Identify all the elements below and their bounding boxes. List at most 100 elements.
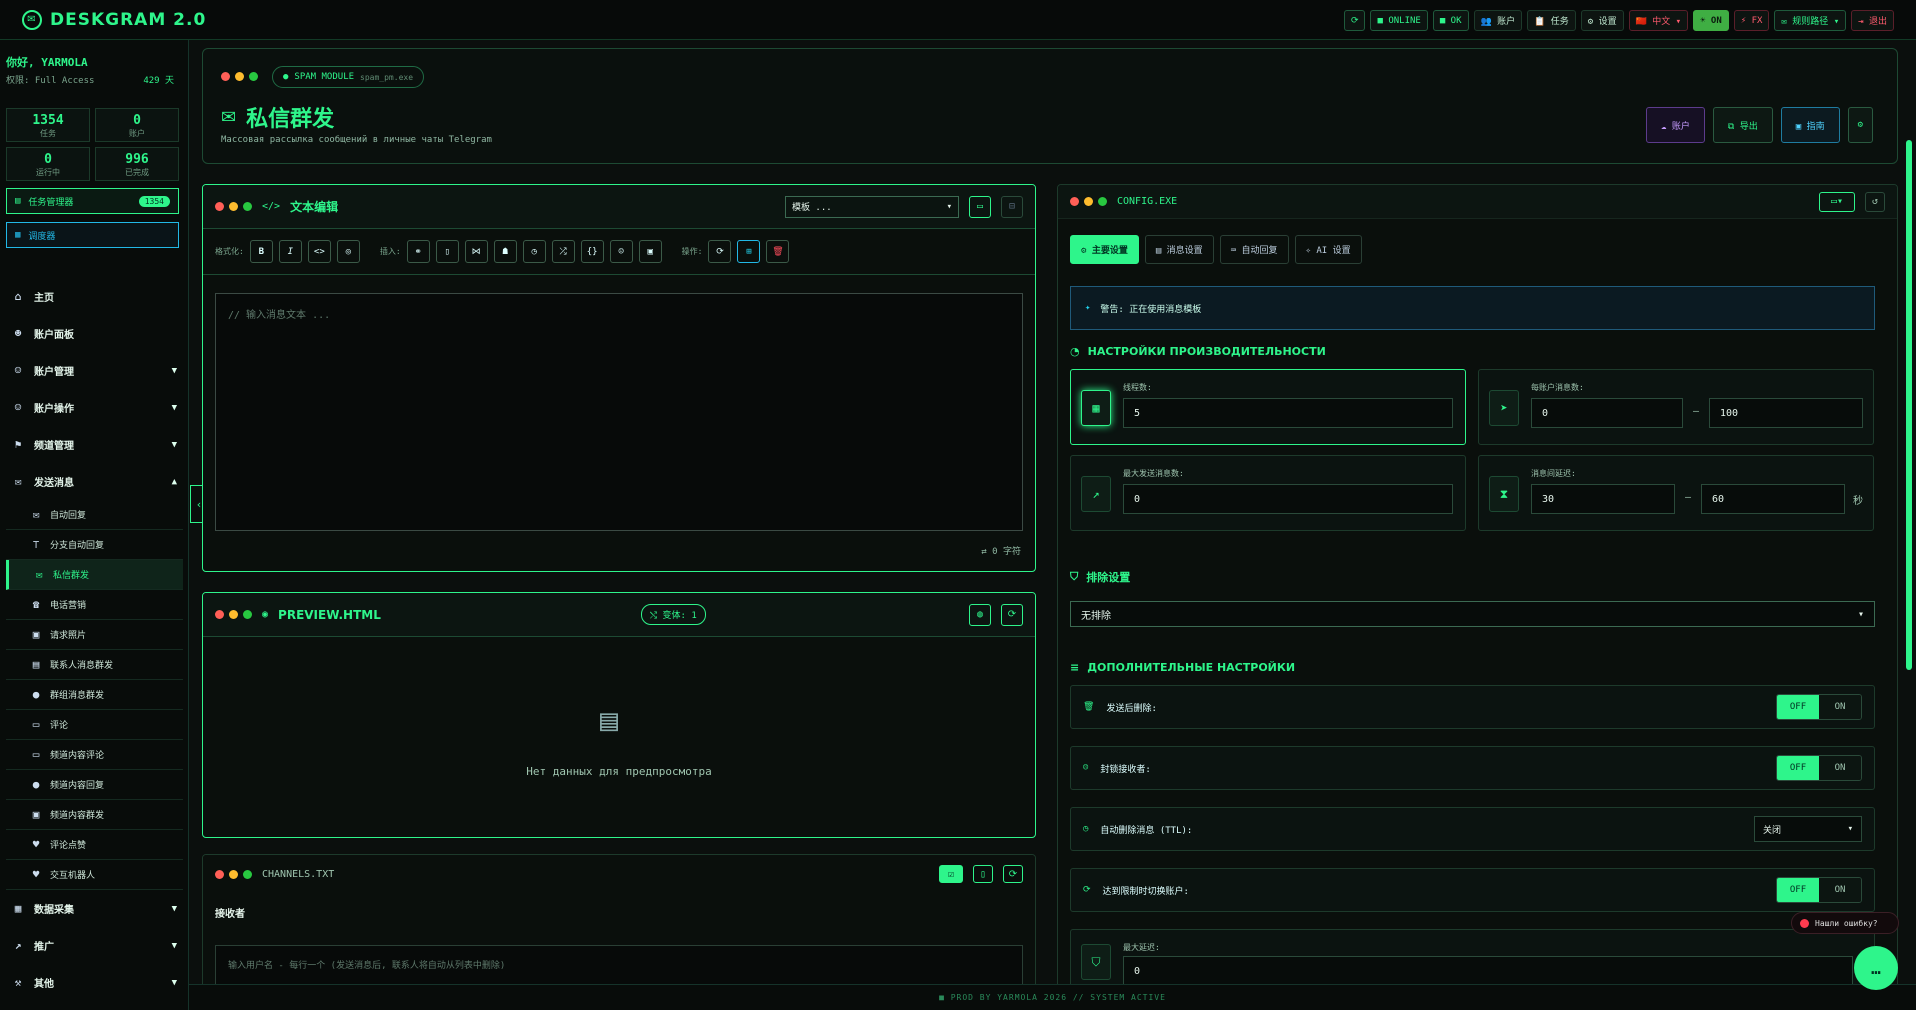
logout-button[interactable]: ⇥ 退出	[1851, 10, 1894, 31]
delay-min-input[interactable]: 30	[1531, 484, 1675, 514]
stat-label: 运行中	[36, 168, 60, 177]
sidebar-item-contacts-spam[interactable]: ▤ 联系人消息群发	[6, 650, 183, 680]
sidebar-item-group-spam[interactable]: ● 群组消息群发	[6, 680, 183, 710]
threads-input[interactable]: 5	[1123, 398, 1453, 428]
refresh-button[interactable]: ⟳	[1343, 10, 1366, 31]
sidebar-item-pm-spam[interactable]: ✉ 私信群发	[6, 560, 183, 590]
random-button[interactable]: ⤮	[551, 240, 575, 263]
file-button[interactable]: ▯	[435, 240, 459, 263]
sub-label: 分支自动回复	[50, 541, 105, 551]
tasks-button[interactable]: 📋 任务	[1527, 10, 1576, 31]
chat-fab-button[interactable]: …	[1854, 946, 1898, 990]
per-account-min-input[interactable]: 0	[1531, 398, 1683, 428]
scrollbar[interactable]	[1906, 140, 1912, 670]
report-bug-button[interactable]: Нашли ошибку?	[1791, 912, 1899, 934]
toggle-off[interactable]: OFF	[1777, 756, 1819, 780]
emoji-button[interactable]: ☺	[609, 240, 633, 263]
nav-send-messages[interactable]: ✉ 发送消息 ▲	[0, 463, 189, 500]
sidebar-item-branch-autoreply[interactable]: ⊤ 分支自动回复	[6, 530, 183, 560]
language-select[interactable]: 🇨🇳 中文 ▾	[1628, 10, 1689, 31]
template-select[interactable]: 模板 ... ▾	[785, 195, 959, 218]
message-placeholder: // 输入消息文本 ...	[228, 310, 331, 321]
sidebar-item-channel-comments[interactable]: ▭ 频道内容评论	[6, 740, 183, 770]
select-all-button[interactable]: ☑	[939, 865, 963, 883]
refresh-channels-button[interactable]: ⟳	[1003, 865, 1023, 883]
sidebar-item-comments[interactable]: ▭ 评论	[6, 710, 183, 740]
reset-config-button[interactable]: ↺	[1865, 191, 1885, 212]
save-template-button[interactable]: ▭	[969, 195, 991, 218]
refresh-preview-button[interactable]: ⟳	[1001, 603, 1023, 626]
insert-block-button[interactable]: ⊞	[737, 240, 761, 263]
toggle-off[interactable]: OFF	[1777, 695, 1819, 719]
block-recipients-toggle[interactable]: OFF ON	[1776, 755, 1862, 781]
stat-card: 996 已完成	[95, 147, 179, 181]
nav-account-manage[interactable]: ☺ 账户管理 ▼	[0, 352, 189, 389]
ttl-select[interactable]: 关闭 ▾	[1754, 816, 1862, 842]
message-textarea[interactable]: // 输入消息文本 ...	[215, 293, 1023, 531]
recipients-textarea[interactable]: 输入用户名 - 每行一个 (发送消息后, 联系人将自动从列表中删除)	[215, 945, 1023, 987]
per-account-max-input[interactable]: 100	[1709, 398, 1863, 428]
tab-main[interactable]: ⚙ 主要设置	[1070, 235, 1139, 264]
time-button[interactable]: ◷	[522, 240, 546, 263]
share-button[interactable]: ⋈	[464, 240, 488, 263]
nav-promo[interactable]: ↗ 推广 ▼	[0, 927, 189, 964]
max-delay-input[interactable]: 0	[1123, 956, 1853, 986]
tab-ai[interactable]: ✧ AI 设置	[1294, 235, 1362, 264]
settings-button[interactable]: ⚙ 设置	[1580, 10, 1624, 31]
switch-account-toggle[interactable]: OFF ON	[1776, 877, 1862, 903]
config-save-dropdown[interactable]: ▭▾	[1819, 191, 1855, 212]
exclude-select[interactable]: 无排除 ▾	[1070, 601, 1875, 627]
bold-button[interactable]: B	[249, 240, 273, 263]
delay-max-input[interactable]: 60	[1701, 484, 1845, 514]
bot-button[interactable]: ☗	[493, 240, 517, 263]
code-button[interactable]: <>	[307, 240, 331, 263]
max-messages-input[interactable]: 0	[1123, 484, 1453, 514]
nav-accounts-panel[interactable]: ☻ 账户面板	[0, 315, 189, 352]
sidebar-item-likes[interactable]: ♥ 评论点赞	[6, 830, 183, 860]
refresh-button[interactable]: ⟳	[708, 240, 732, 263]
tab-autoreply[interactable]: ⌨ 自动回复	[1219, 235, 1289, 264]
image-button[interactable]: ▣	[638, 240, 662, 263]
accounts-button[interactable]: ☁ 账户	[1646, 107, 1705, 143]
theme-toggle[interactable]: ☀ ON	[1693, 10, 1729, 31]
route-select[interactable]: ✉ 规则路径 ▾	[1774, 10, 1847, 31]
sidebar-item-autoreply[interactable]: ✉ 自动回复	[6, 500, 183, 530]
nav-other[interactable]: ⚒ 其他 ▼	[0, 964, 189, 1001]
toggle-on[interactable]: ON	[1819, 878, 1861, 902]
clear-button[interactable]: 🗑	[766, 240, 790, 263]
scheduler-button[interactable]: ▦ 调度器	[6, 222, 179, 248]
nav-channels[interactable]: ⚑ 频道管理 ▼	[0, 426, 189, 463]
bookmark-button[interactable]: ⊟	[1001, 195, 1023, 218]
nav-account-ops[interactable]: ☺ 账户操作 ▼	[0, 389, 189, 426]
toggle-on[interactable]: ON	[1819, 695, 1861, 719]
import-button[interactable]: ▯	[973, 865, 993, 883]
sidebar-item-channel-reply[interactable]: ● 频道内容回复	[6, 770, 183, 800]
nav-home[interactable]: ⌂ 主页	[0, 278, 189, 315]
guide-button[interactable]: ▣ 指南	[1780, 107, 1840, 143]
toggle-off[interactable]: OFF	[1777, 878, 1819, 902]
stat-label: 已完成	[125, 168, 149, 177]
app-logo[interactable]: ✉ DESKGRAM 2.0	[0, 9, 206, 30]
tab-messages[interactable]: ▤ 消息设置	[1144, 235, 1214, 264]
sidebar-item-bots[interactable]: ♥ 交互机器人	[6, 860, 183, 890]
link-button[interactable]: ⚭	[406, 240, 430, 263]
accounts-button[interactable]: 👥 账户	[1473, 10, 1523, 31]
settings-gear-button[interactable]: ⚙	[1847, 107, 1873, 143]
variants-badge: ⤭ 变体: 1	[640, 604, 706, 625]
italic-button[interactable]: I	[278, 240, 302, 263]
delete-after-send-toggle[interactable]: OFF ON	[1776, 694, 1862, 720]
preview-panel: ◉ PREVIEW.HTML ⤭ 变体: 1 ◍ ⟳ ▤ Нет данных …	[202, 592, 1036, 838]
task-manager-button[interactable]: ▤ 任务管理器 1354	[6, 188, 179, 214]
fx-toggle[interactable]: ⚡ FX	[1733, 10, 1770, 31]
spoiler-button[interactable]: ◎	[336, 240, 360, 263]
variable-button[interactable]: {}	[580, 240, 604, 263]
channel-reply-icon: ●	[32, 778, 40, 791]
palette-button[interactable]: ◍	[969, 603, 991, 626]
sidebar-item-photo[interactable]: ▣ 请求照片	[6, 620, 183, 650]
config-header: CONFIG.EXE ▭▾ ↺	[1058, 185, 1897, 219]
sidebar-item-phone[interactable]: ☎ 电话营销	[6, 590, 183, 620]
export-button[interactable]: ⧉ 导出	[1712, 107, 1773, 143]
sidebar-item-channel-broadcast[interactable]: ▣ 频道内容群发	[6, 800, 183, 830]
nav-data[interactable]: ▦ 数据采集 ▼	[0, 890, 189, 927]
toggle-on[interactable]: ON	[1819, 756, 1861, 780]
